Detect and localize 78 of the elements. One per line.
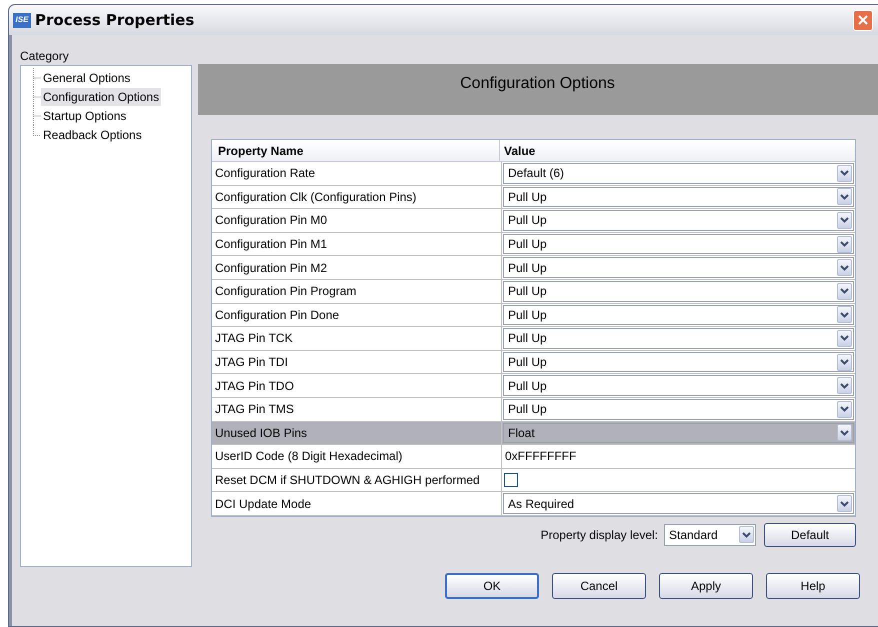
property-name: Configuration Pin M0 [212,209,502,232]
display-level-label: Property display level: [540,526,658,544]
dropdown-value: Pull Up [508,306,548,324]
dialog-button[interactable]: Help [766,572,860,599]
property-name: UserID Code (8 Digit Hexadecimal) [212,445,502,468]
dropdown-value: Pull Up [508,236,548,254]
value-dropdown[interactable]: Pull Up [503,352,854,372]
value-dropdown[interactable]: Pull Up [503,328,854,349]
value-dropdown[interactable]: Pull Up [503,210,854,231]
table-row[interactable]: Reset DCM if SHUTDOWN & AGHIGH performed [212,468,855,492]
dropdown-value: Pull Up [508,212,548,230]
dialog-button[interactable]: Cancel [552,572,646,599]
value-dropdown[interactable]: Pull Up [503,257,854,278]
table-row[interactable]: Configuration Clk (Configuration Pins) Pull Up [212,186,855,210]
dropdown-value: Pull Up [508,188,548,206]
property-name: JTAG Pin TCK [212,327,502,350]
table-row[interactable]: Configuration Pin M1 Pull Up [212,232,855,256]
tree-item[interactable]: Readback Options [41,126,144,144]
window-title: Process Properties [35,10,194,31]
dropdown-value: As Required [508,496,576,513]
dropdown-value: Pull Up [508,260,548,277]
property-name: JTAG Pin TDO [212,374,502,397]
column-header[interactable]: Property Name [212,140,500,161]
app-logo-icon: ISE [13,12,31,28]
value-dropdown[interactable]: Pull Up [503,234,854,254]
display-level-dropdown[interactable]: Standard [664,524,756,546]
property-name: JTAG Pin TMS [212,398,502,421]
table-row[interactable]: UserID Code (8 Digit Hexadecimal) 0xFFFFFFFF [212,445,855,469]
category-label: Category [20,48,70,65]
tree-item[interactable]: Configuration Options [41,88,162,106]
table-row[interactable]: Configuration Rate Default (6) [212,162,855,186]
column-header[interactable]: Value [500,140,855,161]
close-button[interactable] [853,10,873,30]
value-dropdown[interactable]: As Required [503,493,854,514]
dropdown-value: Pull Up [508,283,548,300]
value-dropdown[interactable]: Pull Up [503,186,854,208]
tree-item[interactable]: Startup Options [41,106,128,124]
default-button[interactable]: Default [764,522,856,547]
dropdown-value: Standard [669,526,719,544]
value-dropdown[interactable]: Float [503,422,854,444]
table-row[interactable]: Unused IOB Pins Float [212,422,855,446]
dropdown-value: Default (6) [508,165,566,182]
table-row[interactable]: Configuration Pin M0 Pull Up [212,209,855,233]
close-icon [858,15,868,25]
checkbox[interactable] [504,473,518,488]
property-name: Reset DCM if SHUTDOWN & AGHIGH performed [212,468,502,492]
value-dropdown[interactable]: Pull Up [503,375,854,396]
dropdown-value: Pull Up [508,401,548,418]
value-dropdown[interactable]: Pull Up [503,280,854,302]
table-row[interactable]: Configuration Pin Program Pull Up [212,280,855,304]
value-dropdown[interactable]: Pull Up [503,398,854,420]
table-row[interactable]: JTAG Pin TCK Pull Up [212,327,855,351]
property-name: Configuration Pin Program [212,280,502,303]
table-row[interactable]: Configuration Pin Done Pull Up [212,304,855,328]
dropdown-value: Pull Up [508,330,548,348]
property-name: Configuration Pin Done [212,304,502,326]
panel-title: Configuration Options [460,74,615,94]
table-row[interactable]: JTAG Pin TDI Pull Up [212,350,855,374]
value-field[interactable]: 0xFFFFFFFF [502,445,855,468]
property-name: Unused IOB Pins [212,422,502,444]
property-name: Configuration Clk (Configuration Pins) [212,186,502,208]
value-dropdown[interactable]: Pull Up [503,304,854,326]
property-name: Configuration Rate [212,162,502,185]
dropdown-value: Pull Up [508,378,548,395]
table-row[interactable]: JTAG Pin TDO Pull Up [212,374,855,398]
property-name: Configuration Pin M2 [212,256,502,279]
table-row[interactable]: Configuration Pin M2 Pull Up [212,256,855,280]
property-name: Configuration Pin M1 [212,232,502,256]
dialog-button[interactable]: Apply [659,572,753,599]
dropdown-value: Float [508,424,536,442]
property-name: JTAG Pin TDI [212,350,502,374]
table-row[interactable]: JTAG Pin TMS Pull Up [212,398,855,422]
tree-item[interactable]: General Options [41,68,132,86]
dropdown-value: Pull Up [508,354,548,372]
value-dropdown[interactable]: Default (6) [503,163,854,184]
table-row[interactable]: DCI Update Mode As Required [212,492,855,516]
property-name: DCI Update Mode [212,492,502,515]
dialog-button[interactable]: OK [445,572,539,599]
